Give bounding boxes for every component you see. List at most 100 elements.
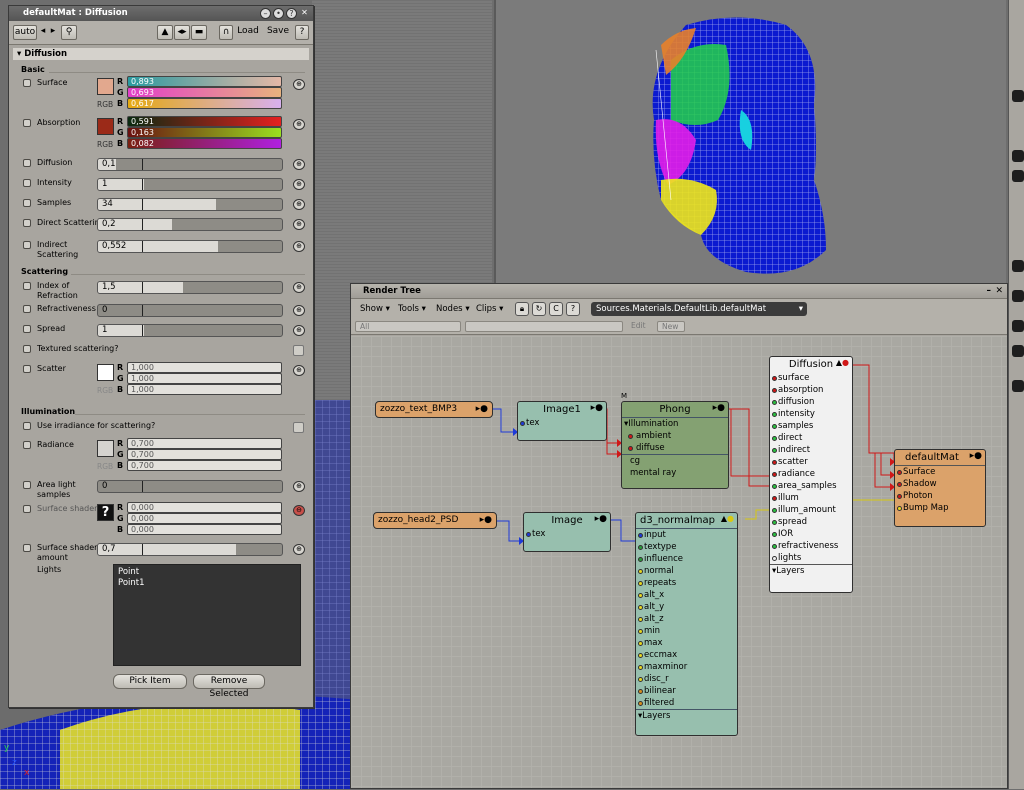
node-d3-normalmap[interactable]: d3_normalmap ▲● input textype influence nor… bbox=[635, 512, 738, 736]
use-irradiance-toggle[interactable] bbox=[293, 422, 304, 433]
lock-icon[interactable]: 🔒︎ bbox=[515, 302, 529, 316]
port-alt-z[interactable]: alt_z bbox=[636, 613, 737, 625]
unknown-shader-icon[interactable]: ? bbox=[97, 504, 114, 521]
intensity-checkbox[interactable] bbox=[23, 179, 31, 187]
scatter-connect-icon[interactable]: ⊕ bbox=[293, 365, 305, 376]
port-normal[interactable]: normal bbox=[636, 565, 737, 577]
ior-checkbox[interactable] bbox=[23, 282, 31, 290]
surface-shader-r-channel[interactable]: R 0,000 bbox=[117, 502, 282, 513]
port-intensity[interactable]: intensity bbox=[770, 408, 852, 420]
strip-button[interactable] bbox=[1012, 290, 1024, 302]
port-alt-y[interactable]: alt_y bbox=[636, 601, 737, 613]
absorption-connect-icon[interactable]: ⊕ bbox=[293, 119, 305, 130]
port-refractiveness[interactable]: refractiveness bbox=[770, 540, 852, 552]
output-port-icon[interactable]: ▸● bbox=[591, 403, 603, 413]
strip-button[interactable] bbox=[1012, 150, 1024, 162]
help-button[interactable]: ? bbox=[295, 25, 309, 40]
output-port-icon[interactable]: ▸● bbox=[480, 513, 492, 528]
port-illum[interactable]: illum bbox=[770, 492, 852, 504]
direct-connect-icon[interactable]: ⊕ bbox=[293, 219, 305, 230]
spread-slider[interactable]: 1 bbox=[97, 324, 283, 337]
lights-list[interactable]: Point Point1 bbox=[113, 564, 301, 666]
radiance-g-channel[interactable]: G 0,700 bbox=[117, 449, 282, 460]
edit-button[interactable]: Edit bbox=[627, 321, 655, 332]
port-eccmax[interactable]: eccmax bbox=[636, 649, 737, 661]
strip-button[interactable] bbox=[1012, 90, 1024, 102]
radiance-r-channel[interactable]: R 0,700 bbox=[117, 438, 282, 449]
load-button[interactable]: Load bbox=[234, 25, 262, 40]
scatter-swatch[interactable] bbox=[97, 364, 114, 381]
port-diffuse[interactable]: diffuse bbox=[622, 442, 728, 455]
port-maxminor[interactable]: maxminor bbox=[636, 661, 737, 673]
refractiveness-connect-icon[interactable]: ⊕ bbox=[293, 305, 305, 316]
surface-shader-checkbox[interactable] bbox=[23, 505, 31, 513]
port-textype[interactable]: textype bbox=[636, 541, 737, 553]
samples-connect-icon[interactable]: ⊕ bbox=[293, 199, 305, 210]
layers-group[interactable]: ▾Layers bbox=[636, 709, 737, 722]
absorption-r-channel[interactable]: R 0,591 bbox=[117, 116, 282, 127]
port-filtered[interactable]: filtered bbox=[636, 697, 737, 709]
port-input[interactable]: input bbox=[636, 529, 737, 541]
port-indirect[interactable]: indirect bbox=[770, 444, 852, 456]
port-alt-x[interactable]: alt_x bbox=[636, 589, 737, 601]
node-zozzo-text-bmp3[interactable]: zozzo_text_BMP3 ▸● bbox=[375, 401, 493, 418]
next-arrow-icon[interactable]: ▸ bbox=[48, 25, 58, 40]
port-ambient[interactable]: ambient bbox=[622, 430, 728, 442]
remove-selected-button[interactable]: Remove Selected bbox=[193, 674, 265, 699]
port-absorption[interactable]: absorption bbox=[770, 384, 852, 396]
indirect-slider[interactable]: 0,552 bbox=[97, 240, 283, 253]
port-photon[interactable]: Photon bbox=[895, 490, 985, 502]
output-port-icon[interactable]: ▸● bbox=[476, 402, 488, 417]
lock-icon[interactable]: ⚲ bbox=[61, 25, 77, 40]
save-button[interactable]: Save bbox=[264, 25, 292, 40]
surface-shader-amount-connect-icon[interactable]: ⊕ bbox=[293, 544, 305, 555]
direct-checkbox[interactable] bbox=[23, 219, 31, 227]
samples-checkbox[interactable] bbox=[23, 199, 31, 207]
auto-button[interactable]: auto bbox=[13, 25, 37, 40]
refractiveness-slider[interactable]: 0 bbox=[97, 304, 283, 317]
intensity-slider[interactable]: 1 bbox=[97, 178, 283, 191]
textured-scattering-checkbox[interactable] bbox=[23, 345, 31, 353]
left-right-icon[interactable]: ◂▸ bbox=[174, 25, 190, 40]
help-icon[interactable]: ? bbox=[286, 8, 297, 19]
down-icon[interactable]: ▬ bbox=[191, 25, 207, 40]
new-button[interactable]: New bbox=[657, 321, 685, 332]
area-light-connect-icon[interactable]: ⊕ bbox=[293, 481, 305, 492]
diffusion-section-header[interactable]: ▾ Diffusion bbox=[13, 48, 309, 60]
strip-button[interactable] bbox=[1012, 320, 1024, 332]
textured-scattering-toggle[interactable] bbox=[293, 345, 304, 356]
surface-shader-g-channel[interactable]: G 0,000 bbox=[117, 513, 282, 524]
port-disc-r[interactable]: disc_r bbox=[636, 673, 737, 685]
node-diffusion[interactable]: Diffusion ▲● surface absorption diffusion i… bbox=[769, 356, 853, 593]
node-phong[interactable]: Phong ▸● ▾Illumination ambient diffuse c… bbox=[621, 401, 729, 489]
port-min[interactable]: min bbox=[636, 625, 737, 637]
absorption-g-channel[interactable]: G 0,163 bbox=[117, 127, 282, 138]
radiance-b-channel[interactable]: B 0,700 bbox=[117, 460, 282, 471]
clear-icon[interactable]: C bbox=[549, 302, 563, 316]
port-samples[interactable]: samples bbox=[770, 420, 852, 432]
port-repeats[interactable]: repeats bbox=[636, 577, 737, 589]
diffusion-slider[interactable]: 0,1 bbox=[97, 158, 283, 171]
strip-button[interactable] bbox=[1012, 380, 1024, 392]
diffusion-checkbox[interactable] bbox=[23, 159, 31, 167]
absorption-b-channel[interactable]: B 0,082 bbox=[117, 138, 282, 149]
port-surface[interactable]: Surface bbox=[895, 466, 985, 478]
close-icon[interactable]: ✕ bbox=[995, 286, 1003, 296]
port-lights[interactable]: lights bbox=[770, 552, 852, 564]
surface-g-channel[interactable]: G 0,693 bbox=[117, 87, 282, 98]
output-port-icon[interactable]: ▸● bbox=[595, 514, 607, 524]
node-defaultmat[interactable]: defaultMat ▸● Surface Shadow Photon Bump Ma… bbox=[894, 449, 986, 527]
port-group-illumination[interactable]: ▾Illumination bbox=[622, 418, 728, 430]
up-icon[interactable]: ▲ bbox=[157, 25, 173, 40]
output-port-icon[interactable]: ▸● bbox=[713, 403, 725, 413]
area-light-slider[interactable]: 0 bbox=[97, 480, 283, 493]
port-shadow[interactable]: Shadow bbox=[895, 478, 985, 490]
port-ior[interactable]: IOR bbox=[770, 528, 852, 540]
lights-list-item[interactable]: Point bbox=[118, 567, 296, 578]
port-surface[interactable]: surface bbox=[770, 372, 852, 384]
port-max[interactable]: max bbox=[636, 637, 737, 649]
area-light-checkbox[interactable] bbox=[23, 481, 31, 489]
node-zozzo-head2-psd[interactable]: zozzo_head2_PSD ▸● bbox=[373, 512, 497, 529]
menu-show[interactable]: Show ▾ bbox=[357, 302, 393, 316]
refresh-icon[interactable]: ↻ bbox=[532, 302, 546, 316]
